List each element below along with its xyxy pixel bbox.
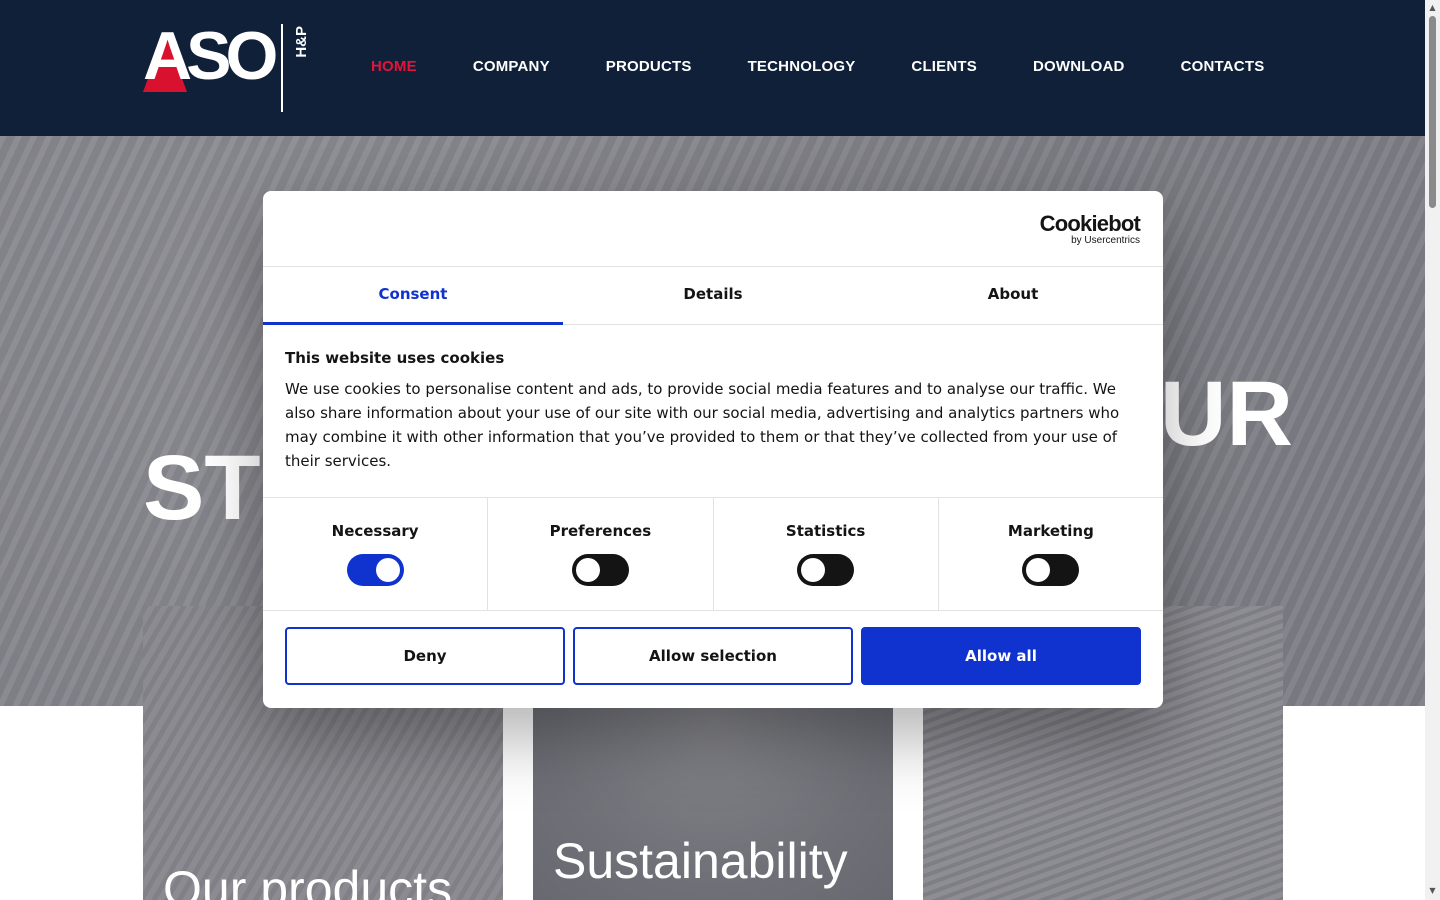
consent-buttons: Deny Allow selection Allow all (263, 611, 1163, 701)
toggle-knob (801, 558, 826, 582)
toggle-knob (1026, 558, 1051, 582)
tab-details[interactable]: Details (563, 267, 863, 324)
consent-body: This website uses cookies We use cookies… (263, 325, 1163, 498)
toggle-preferences-cell: Preferences (488, 498, 714, 610)
toggle-label: Marketing (1007, 522, 1094, 540)
toggle-label: Necessary (331, 522, 419, 540)
cookiebot-brand-sub: by Usercentrics (1071, 235, 1140, 246)
toggle-knob (575, 558, 600, 582)
toggle-necessary-cell: Necessary (263, 498, 489, 610)
hero-heading-right: UR (1160, 363, 1293, 465)
scroll-thumb[interactable] (1429, 16, 1436, 208)
card-title: Sustainability (553, 833, 848, 889)
main-nav: HOME COMPANY PRODUCTS TECHNOLOGY CLIENTS… (371, 58, 1264, 75)
logo-divider (281, 24, 283, 112)
nav-products[interactable]: PRODUCTS (606, 58, 692, 75)
nav-download[interactable]: DOWNLOAD (1033, 58, 1125, 75)
necessary-toggle[interactable] (346, 554, 404, 586)
marketing-toggle[interactable] (1022, 554, 1080, 586)
toggle-marketing-cell: Marketing (939, 498, 1163, 610)
allow-selection-button[interactable]: Allow selection (573, 627, 853, 685)
consent-text: We use cookies to personalise content an… (285, 380, 1120, 470)
scroll-up-icon[interactable]: ▲ (1427, 2, 1438, 13)
allow-all-button[interactable]: Allow all (861, 627, 1141, 685)
deny-button[interactable]: Deny (285, 627, 565, 685)
preferences-toggle[interactable] (571, 554, 629, 586)
consent-title: This website uses cookies (285, 349, 505, 367)
nav-clients[interactable]: CLIENTS (911, 58, 977, 75)
page-scrollbar[interactable]: ▲ ▼ (1425, 0, 1440, 900)
logo-text: ASO (143, 18, 278, 94)
card-title: Our products (163, 861, 453, 900)
statistics-toggle[interactable] (797, 554, 855, 586)
dialog-header: Cookiebot by Usercentrics (263, 191, 1163, 267)
nav-contacts[interactable]: CONTACTS (1181, 58, 1265, 75)
scroll-down-icon[interactable]: ▼ (1427, 885, 1438, 896)
nav-technology[interactable]: TECHNOLOGY (748, 58, 856, 75)
toggle-knob (375, 558, 400, 582)
tab-about[interactable]: About (863, 267, 1163, 324)
toggle-label: Statistics (785, 522, 866, 540)
hero-heading-left: ST (143, 437, 261, 539)
logo-subtext: H&P (293, 26, 310, 58)
toggle-statistics-cell: Statistics (714, 498, 939, 610)
nav-company[interactable]: COMPANY (473, 58, 550, 75)
cookiebot-brand: Cookiebot (1039, 211, 1141, 236)
cookiebot-logo: Cookiebot by Usercentrics (1039, 211, 1141, 247)
company-logo[interactable]: ASO H&P (143, 18, 313, 112)
toggle-label: Preferences (549, 522, 652, 540)
consent-toggles: Necessary Preferences Statistics Marketi… (263, 498, 1163, 611)
cookie-consent-dialog: Cookiebot by Usercentrics Consent Detail… (263, 191, 1163, 708)
nav-home[interactable]: HOME (371, 58, 417, 75)
consent-tabs: Consent Details About (263, 267, 1163, 325)
site-header: ASO H&P HOME COMPANY PRODUCTS TECHNOLOGY… (0, 0, 1425, 136)
tab-consent[interactable]: Consent (263, 267, 563, 325)
